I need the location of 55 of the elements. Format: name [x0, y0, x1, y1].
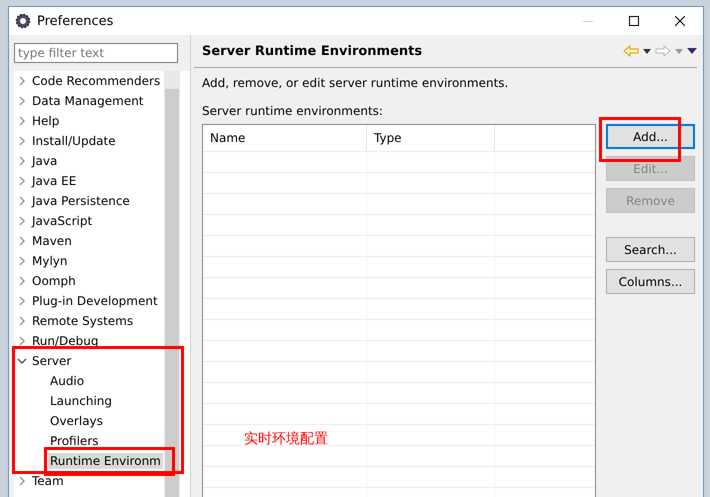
collapsed-chevron-icon[interactable]	[19, 196, 25, 206]
tree-item[interactable]: Overlays	[48, 413, 105, 429]
view-menu-icon[interactable]	[687, 48, 697, 54]
collapsed-chevron-icon[interactable]	[19, 156, 25, 166]
tree-item[interactable]: Plug-in Development	[30, 293, 160, 309]
tree-item[interactable]: Mylyn	[30, 253, 70, 269]
action-button[interactable]: Search...	[606, 237, 695, 262]
tree-item[interactable]: Code Recommenders	[30, 73, 162, 89]
page-title: Server Runtime Environments	[202, 44, 424, 58]
tree-item[interactable]: Remote Systems	[30, 313, 136, 329]
maximize-icon[interactable]	[629, 16, 639, 26]
collapsed-chevron-icon[interactable]	[19, 296, 25, 306]
tree-item[interactable]: Java EE	[30, 173, 78, 189]
collapsed-chevron-icon[interactable]	[19, 96, 25, 106]
expanded-chevron-icon[interactable]	[17, 358, 27, 364]
tree-item[interactable]: JavaScript	[30, 213, 94, 229]
action-button[interactable]: Columns...	[606, 269, 695, 294]
tree-item[interactable]: Java Persistence	[30, 193, 132, 209]
tree-item[interactable]: Profilers	[48, 433, 100, 449]
collapsed-chevron-icon[interactable]	[19, 256, 25, 266]
annotation-note: 实时环境配置	[244, 430, 328, 448]
collapsed-chevron-icon[interactable]	[19, 476, 25, 486]
tree-item[interactable]: Oomph	[30, 273, 78, 289]
collapsed-chevron-icon[interactable]	[19, 76, 25, 86]
tree-item[interactable]: Run/Debug	[30, 333, 101, 349]
collapsed-chevron-icon[interactable]	[19, 336, 25, 346]
column-header[interactable]: Type	[367, 125, 495, 151]
collapsed-chevron-icon[interactable]	[19, 216, 25, 226]
dropdown-caret-icon[interactable]	[643, 48, 651, 54]
tree-item[interactable]: Team	[30, 473, 66, 489]
filter-field[interactable]: type filter text	[14, 43, 178, 63]
list-label: Server runtime environments:	[201, 103, 384, 118]
collapsed-chevron-icon[interactable]	[19, 316, 25, 326]
minimize-icon[interactable]	[583, 20, 593, 22]
tree-item[interactable]: Install/Update	[30, 133, 118, 149]
tree-item[interactable]: Runtime Environm	[48, 453, 163, 469]
window-title: Preferences	[37, 14, 114, 28]
gear-icon	[15, 13, 31, 29]
tree-item[interactable]: Audio	[48, 373, 86, 389]
tree-item[interactable]: Launching	[48, 393, 114, 409]
collapsed-chevron-icon[interactable]	[19, 116, 25, 126]
tree-item[interactable]: Java	[30, 153, 60, 169]
scrollbar[interactable]	[164, 71, 180, 497]
tree-item[interactable]: Data Management	[30, 93, 146, 109]
collapsed-chevron-icon[interactable]	[19, 176, 25, 186]
tree-item[interactable]: Maven	[30, 233, 74, 249]
close-icon[interactable]	[675, 16, 685, 26]
collapsed-chevron-icon[interactable]	[19, 136, 25, 146]
column-header[interactable]: Name	[203, 125, 367, 151]
action-button[interactable]: Add...	[606, 124, 695, 149]
tree-item[interactable]: Server	[30, 353, 74, 369]
collapsed-chevron-icon[interactable]	[19, 236, 25, 246]
tree-item[interactable]: Help	[30, 113, 62, 129]
page-description: Add, remove, or edit server runtime environments.	[201, 75, 510, 90]
collapsed-chevron-icon[interactable]	[19, 276, 25, 286]
